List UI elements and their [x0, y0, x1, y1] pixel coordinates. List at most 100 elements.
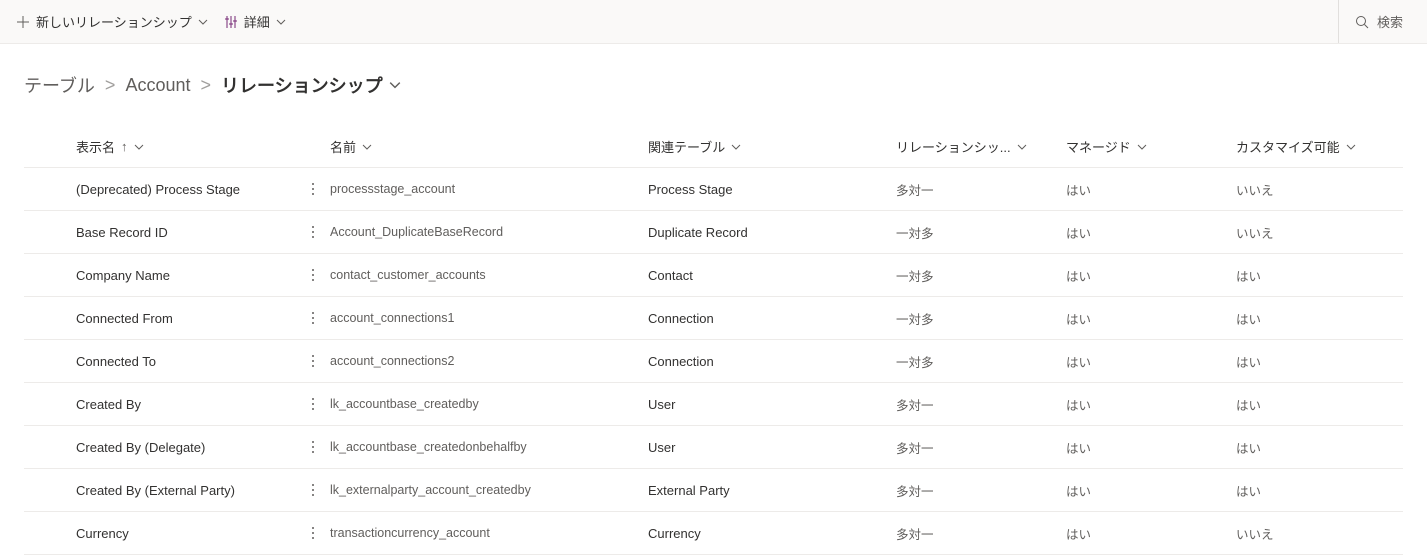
cell-related-table: External Party — [640, 483, 888, 498]
column-header-related-table[interactable]: 関連テーブル — [648, 137, 741, 156]
search-button[interactable]: 検索 — [1338, 0, 1419, 43]
cell-managed: はい — [1058, 395, 1228, 414]
table-row[interactable]: Created By (Delegate) lk_accountbase_crea… — [24, 426, 1403, 469]
cell-name: lk_externalparty_account_createdby — [322, 483, 640, 497]
cell-name: processstage_account — [322, 182, 640, 196]
cell-managed: はい — [1058, 524, 1228, 543]
cell-relationship-type: 一対多 — [888, 352, 1058, 371]
cell-display-name[interactable]: Base Record ID — [24, 225, 294, 240]
cell-relationship-type: 多対一 — [888, 481, 1058, 500]
cell-relationship-type: 多対一 — [888, 438, 1058, 457]
cell-name: account_connections2 — [322, 354, 640, 368]
cell-name: lk_accountbase_createdonbehalfby — [322, 440, 640, 454]
cell-relationship-type: 一対多 — [888, 266, 1058, 285]
cell-managed: はい — [1058, 481, 1228, 500]
cell-related-table: Connection — [640, 354, 888, 369]
cell-display-name[interactable]: Currency — [24, 526, 294, 541]
more-vertical-icon — [307, 225, 319, 239]
row-more-button[interactable] — [302, 350, 322, 372]
more-vertical-icon — [307, 311, 319, 325]
row-more-button[interactable] — [302, 264, 322, 286]
column-header-name[interactable]: 名前 — [330, 137, 372, 156]
search-label: 検索 — [1377, 12, 1403, 31]
column-header-managed[interactable]: マネージド — [1066, 137, 1147, 156]
breadcrumb-current[interactable]: リレーションシップ — [221, 72, 401, 98]
cell-display-name[interactable]: Connected From — [24, 311, 294, 326]
cell-customizable: いいえ — [1228, 223, 1388, 242]
breadcrumb-item-tables[interactable]: テーブル — [24, 72, 95, 98]
cell-display-name[interactable]: Created By (Delegate) — [24, 440, 294, 455]
cell-relationship-type: 一対多 — [888, 309, 1058, 328]
cell-customizable: いいえ — [1228, 524, 1388, 543]
sliders-icon — [224, 15, 238, 29]
relationships-grid: 表示名 ↑ 名前 関連テーブル リレーションシッ — [24, 126, 1403, 555]
row-more-button[interactable] — [302, 307, 322, 329]
cell-managed: はい — [1058, 223, 1228, 242]
row-more-button[interactable] — [302, 393, 322, 415]
column-header-relationship-type[interactable]: リレーションシッ... — [896, 137, 1027, 156]
table-row[interactable]: Currencytransactioncurrency_accountCurre… — [24, 512, 1403, 555]
more-vertical-icon — [307, 268, 319, 282]
breadcrumb-item-account[interactable]: Account — [125, 75, 190, 96]
column-header-customizable-label: カスタマイズ可能 — [1236, 137, 1340, 156]
row-more-button[interactable] — [302, 436, 322, 458]
table-row[interactable]: (Deprecated) Process Stage processstage_a… — [24, 168, 1403, 211]
breadcrumb: テーブル > Account > リレーションシップ — [24, 72, 1403, 98]
table-row[interactable]: Created By (External Party) lk_externalpa… — [24, 469, 1403, 512]
more-vertical-icon — [307, 483, 319, 497]
plus-icon — [16, 15, 30, 29]
row-more-button[interactable] — [302, 221, 322, 243]
grid-header-row: 表示名 ↑ 名前 関連テーブル リレーションシッ — [24, 126, 1403, 168]
new-relationship-label: 新しいリレーションシップ — [36, 12, 192, 31]
chevron-down-icon — [1017, 142, 1027, 152]
cell-customizable: はい — [1228, 481, 1388, 500]
cell-name: lk_accountbase_createdby — [322, 397, 640, 411]
search-icon — [1355, 15, 1369, 29]
cell-relationship-type: 多対一 — [888, 395, 1058, 414]
cell-relationship-type: 多対一 — [888, 524, 1058, 543]
more-vertical-icon — [307, 397, 319, 411]
table-row[interactable]: Company Namecontact_customer_accountsCon… — [24, 254, 1403, 297]
chevron-down-icon — [362, 142, 372, 152]
row-more-button[interactable] — [302, 178, 322, 200]
cell-managed: はい — [1058, 438, 1228, 457]
row-more-button[interactable] — [302, 522, 322, 544]
cell-customizable: はい — [1228, 266, 1388, 285]
column-header-display-name[interactable]: 表示名 ↑ — [76, 137, 144, 156]
sort-ascending-icon: ↑ — [121, 139, 128, 154]
new-relationship-button[interactable]: 新しいリレーションシップ — [8, 0, 216, 43]
table-row[interactable]: Connected To account_connections2Connecti… — [24, 340, 1403, 383]
breadcrumb-separator: > — [105, 75, 116, 96]
cell-display-name[interactable]: (Deprecated) Process Stage — [24, 182, 294, 197]
cell-customizable: はい — [1228, 438, 1388, 457]
more-vertical-icon — [307, 354, 319, 368]
table-row[interactable]: Created By lk_accountbase_createdbyUser多対… — [24, 383, 1403, 426]
cell-customizable: はい — [1228, 352, 1388, 371]
cell-managed: はい — [1058, 266, 1228, 285]
cell-related-table: User — [640, 397, 888, 412]
breadcrumb-current-label: リレーションシップ — [221, 72, 383, 98]
column-header-related-table-label: 関連テーブル — [648, 137, 725, 156]
cell-related-table: Process Stage — [640, 182, 888, 197]
details-button[interactable]: 詳細 — [216, 0, 294, 43]
column-header-managed-label: マネージド — [1066, 137, 1131, 156]
cell-related-table: Currency — [640, 526, 888, 541]
column-header-customizable[interactable]: カスタマイズ可能 — [1236, 137, 1356, 156]
command-bar: 新しいリレーションシップ 詳細 検索 — [0, 0, 1427, 44]
chevron-down-icon — [198, 17, 208, 27]
cell-display-name[interactable]: Created By (External Party) — [24, 483, 294, 498]
cell-display-name[interactable]: Connected To — [24, 354, 294, 369]
cell-customizable: はい — [1228, 395, 1388, 414]
cell-name: account_connections1 — [322, 311, 640, 325]
cell-related-table: Connection — [640, 311, 888, 326]
column-header-display-name-label: 表示名 — [76, 137, 115, 156]
cell-display-name[interactable]: Company Name — [24, 268, 294, 283]
cell-display-name[interactable]: Created By — [24, 397, 294, 412]
table-row[interactable]: Connected From account_connections1Connec… — [24, 297, 1403, 340]
table-row[interactable]: Base Record IDAccount_DuplicateBaseRecor… — [24, 211, 1403, 254]
cell-managed: はい — [1058, 180, 1228, 199]
row-more-button[interactable] — [302, 479, 322, 501]
cell-relationship-type: 多対一 — [888, 180, 1058, 199]
cell-managed: はい — [1058, 352, 1228, 371]
cell-related-table: Contact — [640, 268, 888, 283]
